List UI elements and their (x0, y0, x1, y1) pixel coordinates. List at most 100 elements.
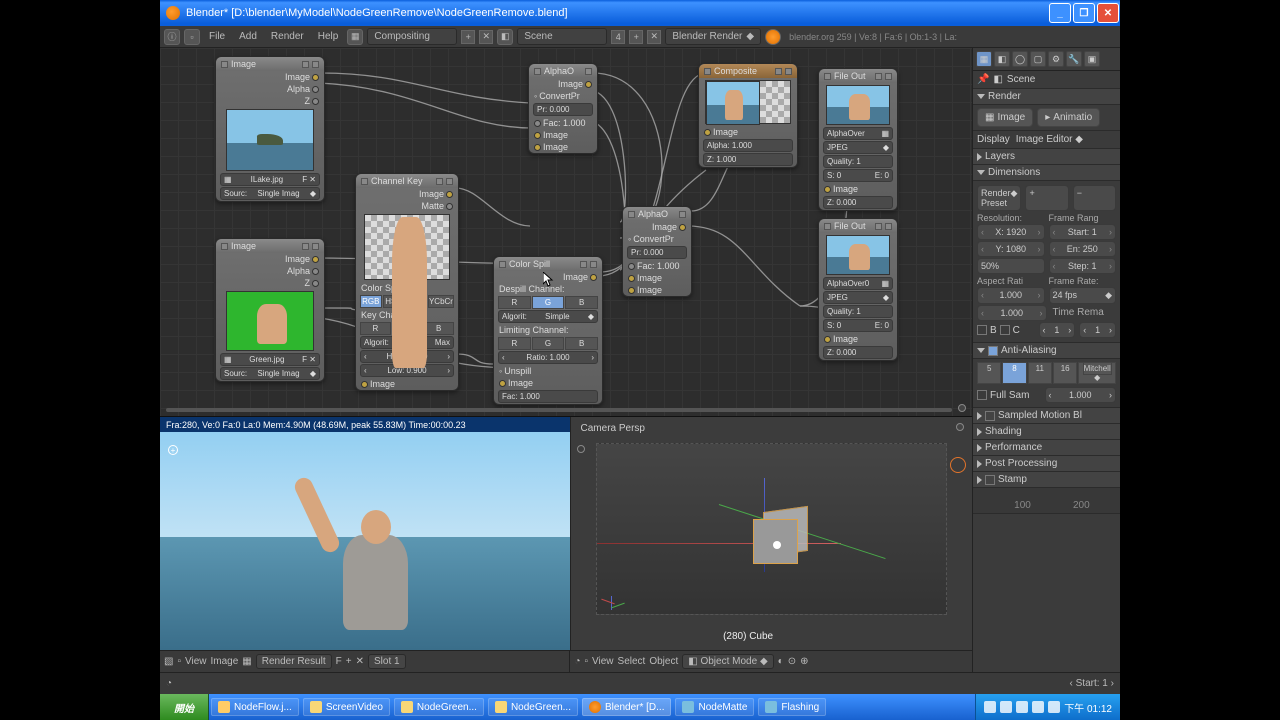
remap-old-field[interactable]: ‹1› (1039, 322, 1076, 338)
node-editor[interactable]: Image Image Alpha Z ▦ILake.jpgF ✕ Sourc:… (160, 48, 972, 417)
menu-help[interactable]: Help (313, 29, 344, 44)
source-field[interactable]: Sourc:Single Imag◆ (220, 367, 320, 380)
node-composite[interactable]: Composite Image Alpha: 1.000 Z: 1.000 (698, 63, 798, 168)
dimensions-panel-header[interactable]: Dimensions (973, 165, 1120, 181)
system-tray[interactable]: 下午 01:12 (975, 694, 1120, 720)
fps-dropdown[interactable]: 24 fps◆ (1049, 287, 1117, 304)
aa-filter-dropdown[interactable]: Mitchell ◆ (1078, 362, 1116, 384)
layers-panel-header[interactable]: Layers (973, 149, 1120, 165)
tray-icon[interactable] (1048, 701, 1060, 713)
manip-icon[interactable]: ⊕ (800, 656, 808, 667)
scene-count[interactable]: 4 (611, 30, 625, 44)
editor-type-icon[interactable]: ◔ (574, 656, 580, 667)
vp-view[interactable]: View (592, 656, 614, 667)
task-item[interactable]: NodeFlow.j... (211, 698, 299, 716)
iv-image[interactable]: Image (211, 656, 239, 667)
res-x-field[interactable]: ‹X: 1920› (977, 224, 1045, 240)
node-alpha-over-2[interactable]: AlphaO Image ◦ConvertPr Pr: 0.000 Fac: 1… (622, 206, 692, 297)
node-channel-key[interactable]: Channel Key Image Matte Color Space: RGB… (355, 173, 459, 391)
crop-checkbox[interactable] (1000, 325, 1010, 335)
image-icon[interactable]: ▦ (242, 656, 251, 667)
preset-del-button[interactable]: − (1073, 185, 1116, 211)
menu-file[interactable]: File (204, 29, 230, 44)
vp-select[interactable]: Select (618, 656, 646, 667)
layout-add-button[interactable]: + (461, 30, 475, 44)
display-dropdown[interactable]: Image Editor ◆ (1016, 134, 1116, 145)
start-button[interactable]: 開始 (160, 694, 209, 720)
ratio-field[interactable]: ‹Ratio: 1.000› (498, 351, 598, 364)
node-image-green[interactable]: Image Image Alpha Z ▦Green.jpgF ✕ Sourc:… (215, 238, 325, 382)
vp-zoom-icon[interactable] (956, 423, 964, 431)
editor-type-icon[interactable]: ▧ (164, 656, 173, 667)
node-editor-scrollbar[interactable] (166, 408, 952, 412)
layout-del-button[interactable]: ✕ (479, 30, 493, 44)
res-y-field[interactable]: ‹Y: 1080› (977, 241, 1045, 257)
aspect-field[interactable]: ‹1.000› (977, 287, 1045, 304)
render-image-button[interactable]: ▦ Image (977, 108, 1033, 127)
border-checkbox[interactable] (977, 325, 987, 335)
preset-add-button[interactable]: + (1025, 185, 1068, 211)
end-field[interactable]: ‹En: 250› (1049, 241, 1117, 257)
menu-render[interactable]: Render (266, 29, 309, 44)
zoom-reset-icon[interactable]: + (168, 445, 178, 455)
vp-dot-icon[interactable] (577, 445, 585, 453)
scene-add-button[interactable]: + (629, 30, 643, 44)
stamp-panel-header[interactable]: Stamp (973, 472, 1120, 488)
render-panel-header[interactable]: Render (973, 89, 1120, 105)
post-panel-header[interactable]: Post Processing (973, 456, 1120, 472)
aspect2-field[interactable]: ‹1.000› (977, 305, 1047, 321)
cube-object[interactable] (743, 504, 813, 574)
aa-checkbox[interactable] (988, 346, 998, 356)
scene-del-button[interactable]: ✕ (647, 30, 661, 44)
render-anim-button[interactable]: ▸ Animatio (1037, 108, 1100, 127)
node-alpha-over-1[interactable]: AlphaO Image ◦ConvertPr Pr: 0.000 Fac: 1… (528, 63, 598, 154)
collapse-icon[interactable]: ▫ (584, 656, 588, 667)
task-item[interactable]: Blender* [D... (582, 698, 671, 716)
node-image-lake[interactable]: Image Image Alpha Z ▦ILake.jpgF ✕ Sourc:… (215, 56, 325, 202)
start-field[interactable]: ‹ Start: 1 › (1070, 678, 1115, 689)
node-file-out-2[interactable]: File Out AlphaOver0▦ JPEG◆ Quality: 1 S:… (818, 218, 898, 361)
filename-field[interactable]: ▦ILake.jpgF ✕ (220, 173, 320, 186)
task-item[interactable]: NodeGreen... (394, 698, 484, 716)
viewport-3d[interactable]: Camera Persp (570, 417, 972, 650)
node-color-spill[interactable]: Color Spill Image Despill Channel: RGB A… (493, 256, 603, 405)
performance-panel-header[interactable]: Performance (973, 440, 1120, 456)
shading-icon[interactable]: ◐ (778, 656, 784, 667)
maximize-button[interactable]: ❐ (1073, 3, 1095, 23)
task-item[interactable]: ScreenVideo (303, 698, 390, 716)
task-item[interactable]: Flashing (758, 698, 826, 716)
close-button[interactable]: ✕ (1097, 3, 1119, 23)
remap-new-field[interactable]: ‹1› (1079, 322, 1116, 338)
pivot-icon[interactable]: ⊙ (788, 656, 796, 667)
result-dropdown[interactable]: Render Result (256, 654, 332, 669)
task-item[interactable]: NodeGreen... (488, 698, 578, 716)
pct-field[interactable]: 50% (977, 258, 1045, 274)
timeline-mini[interactable]: 100 200 (973, 488, 1120, 514)
scene-icon[interactable]: ◧ (497, 29, 513, 45)
minimize-button[interactable]: _ (1049, 3, 1071, 23)
clock[interactable]: 下午 01:12 (1064, 700, 1112, 715)
info-icon[interactable]: ⓘ (164, 29, 180, 45)
fullsample-checkbox[interactable] (977, 390, 987, 400)
engine-dropdown[interactable]: Blender Render ◆ (665, 28, 761, 45)
iv-view[interactable]: View (185, 656, 207, 667)
start-field[interactable]: ‹Start: 1› (1049, 224, 1117, 240)
shading-panel-header[interactable]: Shading (973, 424, 1120, 440)
aa-panel-header[interactable]: Anti-Aliasing (973, 343, 1120, 359)
layout-dropdown[interactable]: Compositing (367, 28, 457, 45)
aa-samples-buttons[interactable]: 581116Mitchell ◆ (977, 362, 1116, 384)
filename-field[interactable]: ▦Green.jpgF ✕ (220, 353, 320, 366)
del-button[interactable]: ✕ (356, 656, 364, 667)
collapse-icon[interactable]: ▫ (184, 29, 200, 45)
vp-object[interactable]: Object (649, 656, 678, 667)
limiting-buttons[interactable]: RGB (498, 337, 598, 350)
step-field[interactable]: ‹Step: 1› (1049, 258, 1117, 274)
zoom-dot-icon[interactable] (958, 404, 966, 412)
motion-checkbox[interactable] (985, 411, 995, 421)
stamp-checkbox[interactable] (985, 475, 995, 485)
context-tabs[interactable]: ▦◧◯▢⚙🔧▣ (973, 48, 1120, 71)
render-preset-dropdown[interactable]: Render Preset◆ (977, 185, 1021, 211)
menu-add[interactable]: Add (234, 29, 262, 44)
mode-dropdown[interactable]: ◧ Object Mode ◆ (682, 654, 773, 669)
node-file-out-1[interactable]: File Out AlphaOver▦ JPEG◆ Quality: 1 S: … (818, 68, 898, 211)
